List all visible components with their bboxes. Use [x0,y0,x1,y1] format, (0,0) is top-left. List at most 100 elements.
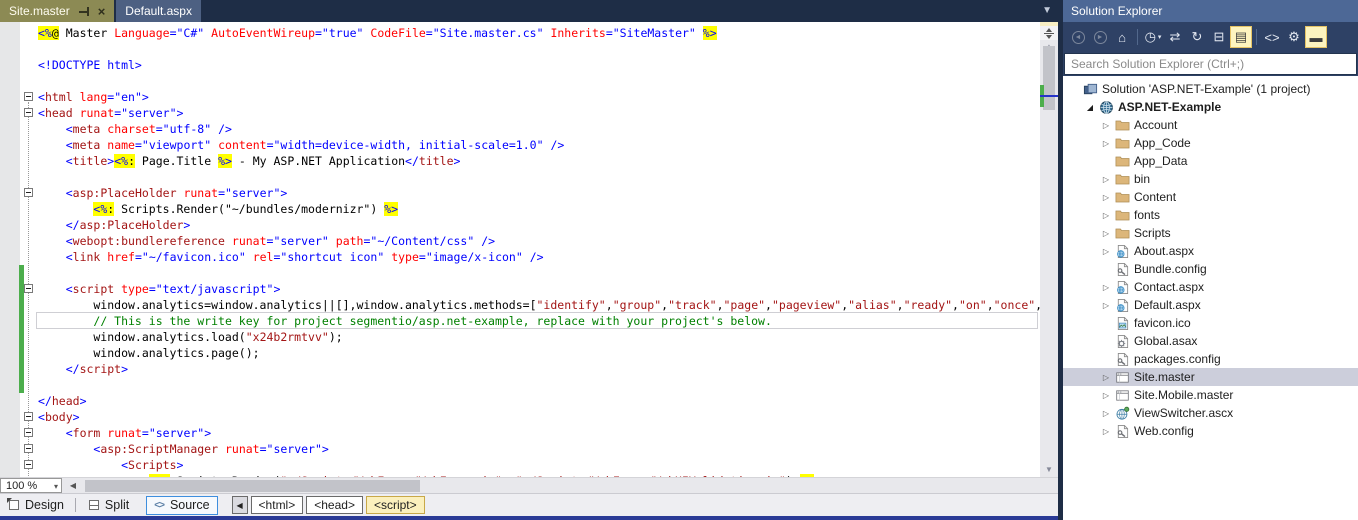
sync-with-active-document-button[interactable]: ⇄ [1164,26,1186,48]
folder-icon [1113,207,1131,223]
tree-item-label: bin [1131,172,1150,186]
tree-item[interactable]: ▷Site.Mobile.master [1063,386,1358,404]
code-editor[interactable]: <%@ Master Language="C#" AutoEventWireup… [0,22,1058,477]
forward-button[interactable]: ► [1089,26,1111,48]
zoom-level-value: 100 % [6,480,37,492]
scroll-down-icon[interactable]: ▼ [1040,463,1058,477]
scroll-left-icon[interactable]: ◀ [66,480,80,492]
code-line [0,169,1040,185]
horizontal-scrollbar[interactable] [82,478,1040,494]
tree-item[interactable]: Solution 'ASP.NET-Example' (1 project) [1063,80,1358,98]
tree-item[interactable]: ▷About.aspx [1063,242,1358,260]
expander-icon[interactable]: ◢ [1083,103,1097,112]
tab-label: Site.master [9,4,70,18]
view-code-button[interactable]: <> [1261,26,1283,48]
tag-chip-script[interactable]: <script> [366,496,425,514]
fold-toggle-icon[interactable] [24,428,33,437]
tree-item[interactable]: Global.asax [1063,332,1358,350]
show-all-files-button[interactable]: ▤ [1230,26,1252,48]
expander-icon[interactable]: ▷ [1099,301,1113,310]
tree-item[interactable]: ▷ bin [1063,170,1358,188]
tree-item[interactable]: ▷fonts [1063,206,1358,224]
tree-item[interactable]: ▷Web.config [1063,422,1358,440]
solution-explorer-title: Solution Explorer [1063,0,1358,22]
fold-toggle-icon[interactable] [24,92,33,101]
vertical-scroll-thumb[interactable] [1043,46,1055,110]
tab-list-dropdown-icon[interactable]: ▼ [1042,6,1052,16]
tree-item-label: packages.config [1131,352,1221,366]
split-view-button[interactable]: Split [82,496,136,515]
expander-icon[interactable]: ▷ [1099,409,1113,418]
tree-item[interactable]: ▷App_Code [1063,134,1358,152]
design-view-button[interactable]: Design [2,496,71,515]
fold-toggle-icon[interactable] [24,460,33,469]
folder-icon [1113,225,1131,241]
view-switch-bar: Design Split <> Source ◀ <html> <head> <… [0,493,1058,516]
code-line: // This is the write key for project seg… [0,313,1040,329]
expander-icon[interactable]: ▷ [1099,391,1113,400]
tag-chip-html[interactable]: <html> [251,496,304,514]
tree-item-label: Contact.aspx [1131,280,1204,294]
tree-item[interactable]: ▷ViewSwitcher.ascx [1063,404,1358,422]
expander-icon[interactable]: ▷ [1099,373,1113,382]
expander-icon[interactable]: ▷ [1099,427,1113,436]
refresh-icon: ↻ [1192,29,1203,45]
collapse-all-button[interactable]: ⊟ [1208,26,1230,48]
tree-item[interactable]: ▷ Contact.aspx [1063,278,1358,296]
code-lines[interactable]: <%@ Master Language="C#" AutoEventWireup… [0,25,1040,477]
zoom-level-dropdown[interactable]: 100 % ▾ [0,478,62,493]
solution-tree: Solution 'ASP.NET-Example' (1 project)◢A… [1063,80,1358,520]
expander-icon[interactable]: ▷ [1099,229,1113,238]
tree-item[interactable]: ▷Content [1063,188,1358,206]
source-label: Source [170,498,210,512]
tree-item[interactable]: ▷ Account [1063,116,1358,134]
fold-toggle-icon[interactable] [24,412,33,421]
expander-icon[interactable]: ▷ [1099,283,1113,292]
search-box-container [1063,52,1358,76]
fold-toggle-icon[interactable] [24,108,33,117]
tree-item[interactable]: ◢ASP.NET-Example [1063,98,1358,116]
vertical-scrollbar[interactable]: ▲ ▼ [1040,22,1058,477]
aspx-icon [1113,297,1131,313]
aspx-icon [1113,279,1131,295]
source-view-button[interactable]: <> Source [146,496,217,515]
tree-item[interactable]: ▷Site.master [1063,368,1358,386]
tree-item[interactable]: Bundle.config [1063,260,1358,278]
split-window-icon[interactable] [1040,26,1058,40]
fold-toggle-icon[interactable] [24,444,33,453]
expander-icon[interactable]: ▷ [1099,139,1113,148]
tree-item-label: Account [1131,118,1177,132]
code-line: <%@ Master Language="C#" AutoEventWireup… [0,25,1040,41]
tab-default-aspx[interactable]: Default.aspx [116,0,201,22]
tree-item[interactable]: packages.config [1063,350,1358,368]
code-line: <script type="text/javascript"> [0,281,1040,297]
tag-chip-head[interactable]: <head> [306,496,363,514]
fold-toggle-icon[interactable] [24,188,33,197]
expander-icon[interactable]: ▷ [1099,121,1113,130]
scope-button[interactable]: ◷▾ [1142,26,1164,48]
properties-icon: ⚙ [1288,29,1300,45]
tree-item[interactable]: ▷Scripts [1063,224,1358,242]
expander-icon[interactable]: ▷ [1099,175,1113,184]
horizontal-scroll-thumb[interactable] [85,480,420,492]
expander-icon[interactable]: ▷ [1099,211,1113,220]
properties-button[interactable]: ⚙ [1283,26,1305,48]
tree-item-label: Bundle.config [1131,262,1207,276]
back-button[interactable]: ◄ [1067,26,1089,48]
refresh-button[interactable]: ↻ [1186,26,1208,48]
tab-site-master[interactable]: Site.master × [0,0,114,22]
tag-nav-back-icon[interactable]: ◀ [232,496,248,514]
close-icon[interactable]: × [98,6,106,17]
config-icon [1113,423,1131,439]
fold-toggle-icon[interactable] [24,284,33,293]
code-line: <asp:PlaceHolder runat="server"> [0,185,1040,201]
expander-icon[interactable]: ▷ [1099,247,1113,256]
tree-item[interactable]: ▷Default.aspx [1063,296,1358,314]
search-input[interactable] [1064,53,1357,75]
tree-item[interactable]: favicon.ico [1063,314,1358,332]
expander-icon[interactable]: ▷ [1099,193,1113,202]
preview-selected-items-button[interactable]: ▬ [1305,26,1327,48]
home-button[interactable]: ⌂ [1111,26,1133,48]
pin-icon[interactable] [79,6,91,17]
tree-item[interactable]: App_Data [1063,152,1358,170]
